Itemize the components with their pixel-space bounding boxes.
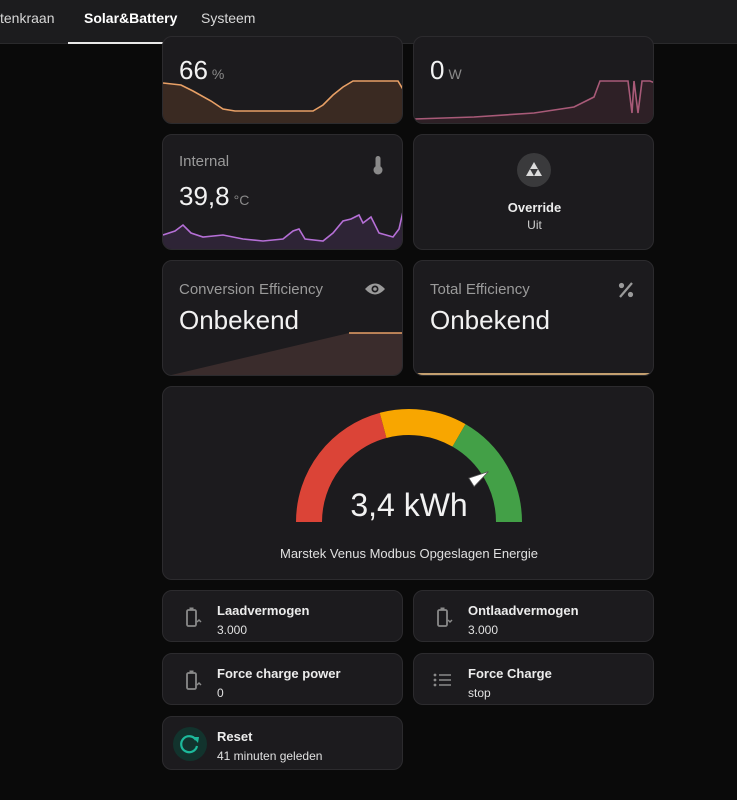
battery-charging-icon xyxy=(186,670,202,690)
override-card[interactable]: Override Uit xyxy=(413,134,654,250)
laadvermogen-value: 3.000 xyxy=(217,623,248,637)
conversion-efficiency-label: Conversion Efficiency xyxy=(179,281,323,298)
ontlaadvermogen-value: 3.000 xyxy=(468,623,499,637)
internal-temperature-card[interactable]: Internal 39,8 °C xyxy=(162,134,403,250)
total-efficiency-label: Total Efficiency xyxy=(430,281,530,298)
reset-title: Reset xyxy=(217,729,253,744)
force-charge-power-value: 0 xyxy=(217,686,224,700)
force-charge-tile[interactable]: Force Charge stop xyxy=(413,653,654,705)
battery-power-card[interactable]: 0W xyxy=(413,36,654,124)
soc-history-graph xyxy=(163,80,402,123)
stored-energy-gauge-card[interactable]: 3,4 kWh Marstek Venus Modbus Opgeslagen … xyxy=(162,386,654,580)
battery-soc-card[interactable]: 66% xyxy=(162,36,403,124)
eye-icon xyxy=(365,283,385,295)
force-charge-value: stop xyxy=(468,686,491,700)
total-efficiency-value: Onbekend xyxy=(430,305,550,335)
laadvermogen-title: Laadvermogen xyxy=(217,603,310,618)
reset-value: 41 minuten geleden xyxy=(217,749,323,763)
ontlaadvermogen-title: Ontlaadvermogen xyxy=(468,603,579,618)
conversion-efficiency-card[interactable]: Conversion Efficiency Onbekend xyxy=(162,260,403,376)
force-charge-title: Force Charge xyxy=(468,666,552,681)
laadvermogen-tile[interactable]: Laadvermogen 3.000 xyxy=(162,590,403,642)
battery-charging-icon xyxy=(186,607,202,627)
percent-icon xyxy=(618,282,634,298)
triforce-icon xyxy=(517,153,551,187)
internal-unit: °C xyxy=(233,192,250,208)
temperature-history-graph xyxy=(163,212,402,249)
tab-tenkraan[interactable]: tenkraan xyxy=(0,0,70,44)
internal-label: Internal xyxy=(179,153,230,170)
total-efficiency-card[interactable]: Total Efficiency Onbekend xyxy=(413,260,654,376)
stored-energy-value: 3,4 kWh xyxy=(350,487,468,523)
conversion-efficiency-graph xyxy=(171,332,402,375)
reset-tile[interactable]: Reset 41 minuten geleden xyxy=(162,716,403,770)
battery-discharging-icon xyxy=(437,607,453,627)
list-icon xyxy=(433,673,451,687)
stored-energy-label: Marstek Venus Modbus Opgeslagen Energie xyxy=(280,546,538,561)
force-charge-power-title: Force charge power xyxy=(217,666,341,681)
total-efficiency-graph-line xyxy=(414,373,653,375)
thermometer-icon xyxy=(373,156,383,175)
internal-value: 39,8 °C xyxy=(179,181,250,211)
force-charge-power-tile[interactable]: Force charge power 0 xyxy=(162,653,403,705)
override-label: Override xyxy=(507,200,562,215)
restart-icon[interactable] xyxy=(173,727,207,761)
ontlaadvermogen-tile[interactable]: Ontlaadvermogen 3.000 xyxy=(413,590,654,642)
override-state: Uit xyxy=(527,218,542,232)
power-history-graph xyxy=(414,80,653,123)
gauge-segment-yellow xyxy=(379,409,466,447)
